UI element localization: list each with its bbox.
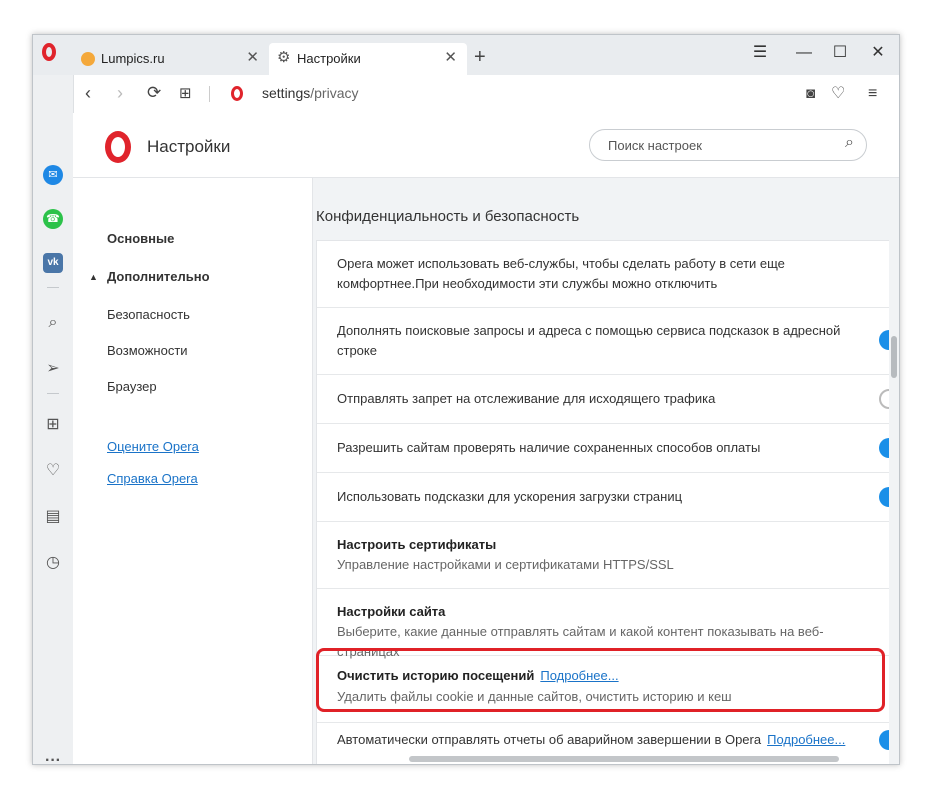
search-icon: ⌕ (845, 134, 854, 151)
reload-icon[interactable]: ⟳ (147, 83, 161, 103)
highlight-annotation (316, 648, 885, 712)
horizontal-scrollbar[interactable] (409, 756, 839, 762)
sidebar-divider (47, 287, 59, 288)
speed-dial-icon[interactable]: ⊞ (179, 84, 192, 104)
learn-more-link[interactable]: Подробнее... (767, 732, 845, 747)
news-icon[interactable]: ▤ (43, 507, 63, 527)
web-services-row: Opera может использовать веб-службы, что… (317, 241, 889, 308)
url-field[interactable]: settings/privacy (262, 85, 358, 101)
row-title: Настройки сайта (337, 604, 446, 619)
nav-browser[interactable]: Браузер (107, 379, 157, 394)
row-text: Разрешить сайтам проверять наличие сохра… (337, 440, 761, 455)
url-path: /privacy (310, 85, 359, 101)
url-host: settings (262, 85, 311, 101)
opera-logo-icon (105, 131, 131, 163)
section-title: Конфиденциальность и безопасность (316, 208, 580, 225)
close-window-button[interactable]: ✕ (863, 41, 893, 65)
history-icon[interactable]: ◷ (43, 553, 63, 573)
snapshot-icon[interactable]: ◙ (806, 84, 815, 104)
tab-label: Lumpics.ru (101, 51, 165, 66)
settings-nav: Основные ▲ Дополнительно Безопасность Во… (73, 178, 313, 764)
search-icon[interactable]: ⌕ (43, 313, 63, 333)
tab-menu-icon[interactable]: ☰ (745, 41, 775, 65)
manage-certificates-row[interactable]: Настроить сертификаты Управление настрой… (317, 522, 889, 589)
opera-menu-icon[interactable] (42, 43, 56, 61)
lumpics-favicon-icon (81, 52, 95, 66)
do-not-track-toggle[interactable] (879, 389, 889, 409)
opera-help-link[interactable]: Справка Opera (107, 471, 198, 486)
tab-lumpics[interactable]: Lumpics.ru ✕ (73, 43, 269, 75)
page-title: Настройки (147, 137, 231, 156)
prediction-row[interactable]: Использовать подсказки для ускорения заг… (317, 473, 889, 522)
row-text: Использовать подсказки для ускорения заг… (337, 489, 683, 504)
messenger-icon[interactable]: ✉ (43, 165, 63, 185)
crash-reports-toggle[interactable] (879, 730, 889, 750)
bookmark-heart-icon[interactable]: ♡ (831, 84, 845, 104)
tab-label: Настройки (297, 51, 361, 66)
forward-icon[interactable]: › (117, 83, 123, 103)
row-text: Отправлять запрет на отслеживание для ис… (337, 391, 716, 406)
heart-icon[interactable]: ♡ (43, 461, 63, 481)
whatsapp-icon[interactable]: ☎ (43, 209, 63, 229)
sidebar-divider (47, 393, 59, 394)
collapse-triangle-icon[interactable]: ▲ (89, 272, 98, 282)
maximize-button[interactable]: ☐ (825, 41, 855, 65)
payment-methods-toggle[interactable] (879, 438, 889, 458)
site-settings-row[interactable]: Настройки сайта Выберите, какие данные о… (317, 589, 889, 659)
payment-methods-row[interactable]: Разрешить сайтам проверять наличие сохра… (317, 424, 889, 473)
close-tab-icon[interactable]: ✕ (246, 49, 259, 67)
search-suggestions-toggle[interactable] (879, 330, 889, 350)
divider (209, 86, 210, 102)
nav-security[interactable]: Безопасность (107, 307, 190, 322)
row-text-line: Автоматически отправлять отчеты об авари… (337, 730, 867, 750)
tab-bar: Lumpics.ru ✕ ⚙ Настройки ✕ + ☰ — ☐ ✕ (33, 35, 899, 75)
gear-icon: ⚙ (277, 49, 291, 66)
row-text: Дополнять поисковые запросы и адреса с п… (337, 323, 841, 358)
row-subtitle: Управление настройками и сертификатами H… (337, 557, 674, 572)
do-not-track-row[interactable]: Отправлять запрет на отслеживание для ис… (317, 375, 889, 424)
row-title: Настроить сертификаты (337, 537, 497, 552)
settings-search-input[interactable]: Поиск настроек ⌕ (589, 129, 867, 161)
new-tab-button[interactable]: + (474, 47, 486, 67)
search-placeholder: Поиск настроек (608, 138, 702, 153)
nav-basic[interactable]: Основные (107, 231, 174, 246)
search-suggestions-row[interactable]: Дополнять поисковые запросы и адреса с п… (317, 308, 889, 375)
nav-features[interactable]: Возможности (107, 343, 188, 358)
vk-icon[interactable]: vk (43, 253, 63, 273)
tab-settings[interactable]: ⚙ Настройки ✕ (269, 43, 467, 75)
sidebar: ✉ ☎ vk ⌕ ➢ ⊞ ♡ ▤ ◷ ··· (33, 75, 74, 764)
back-icon[interactable]: ‹ (85, 83, 91, 103)
more-icon[interactable]: ··· (43, 751, 63, 764)
row-text: Автоматически отправлять отчеты об авари… (337, 732, 762, 747)
vertical-scrollbar[interactable] (891, 336, 897, 378)
nav-advanced[interactable]: Дополнительно (107, 269, 210, 284)
rate-opera-link[interactable]: Оцените Opera (107, 439, 199, 454)
address-bar: ‹ › ⟳ ⊞ settings/privacy ◙ ♡ ≡ (73, 75, 899, 114)
close-tab-icon[interactable]: ✕ (444, 49, 457, 67)
easy-setup-icon[interactable]: ≡ (868, 84, 877, 104)
settings-header: Настройки Поиск настроек ⌕ (73, 113, 899, 178)
speed-dial-icon[interactable]: ⊞ (43, 415, 63, 435)
row-text: Opera может использовать веб-службы, что… (337, 256, 785, 291)
send-icon[interactable]: ➢ (43, 359, 63, 379)
opera-page-icon (231, 86, 243, 101)
prediction-toggle[interactable] (879, 487, 889, 507)
minimize-button[interactable]: — (789, 41, 819, 65)
